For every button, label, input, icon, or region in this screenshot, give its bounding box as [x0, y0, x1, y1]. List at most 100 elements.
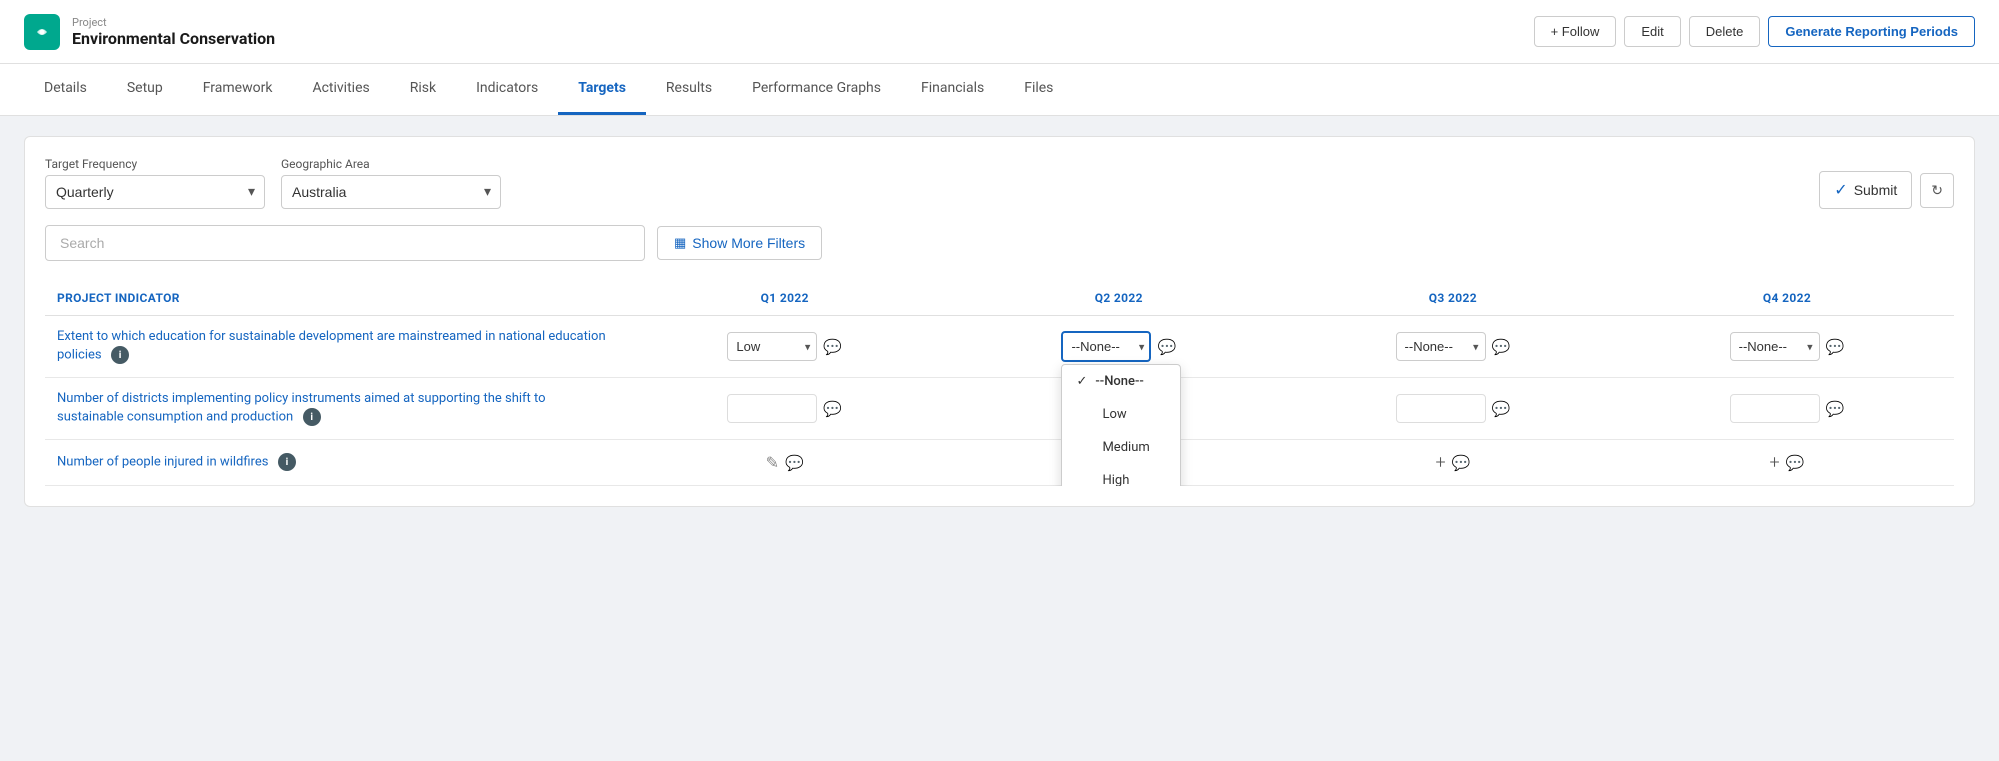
- q1-cell-3: ✎ 💬: [618, 440, 952, 486]
- q1-comment-icon-1[interactable]: 💬: [823, 338, 842, 356]
- refresh-button[interactable]: ↻: [1920, 173, 1954, 208]
- refresh-icon: ↻: [1931, 182, 1943, 198]
- q3-cell-2: 💬: [1286, 378, 1620, 440]
- q1-select-wrapper-1: --None-- Low Medium High: [727, 332, 817, 361]
- q4-comment-icon-2[interactable]: 💬: [1826, 400, 1845, 418]
- tab-indicators[interactable]: Indicators: [456, 64, 558, 115]
- target-frequency-select[interactable]: Quarterly Monthly Annually Semi-Annually: [45, 175, 265, 209]
- q4-plus-icon-3[interactable]: +: [1770, 452, 1780, 473]
- q3-plus-icon-3[interactable]: +: [1435, 452, 1445, 473]
- q4-comment-icon-3[interactable]: 💬: [1786, 454, 1805, 472]
- q4-inner-3: + 💬: [1632, 452, 1942, 473]
- filters-right: ✓ Submit ↻: [1819, 171, 1954, 209]
- navigation-tabs: Details Setup Framework Activities Risk …: [0, 64, 1999, 116]
- header-actions: + Follow Edit Delete Generate Reporting …: [1534, 16, 1975, 47]
- targets-card: Target Frequency Quarterly Monthly Annua…: [24, 136, 1975, 507]
- tab-risk[interactable]: Risk: [390, 64, 456, 115]
- q3-comment-icon-3[interactable]: 💬: [1452, 454, 1471, 472]
- q4-cell-2: 💬: [1620, 378, 1954, 440]
- generate-reporting-button[interactable]: Generate Reporting Periods: [1768, 16, 1975, 47]
- q3-comment-icon-2[interactable]: 💬: [1492, 400, 1511, 418]
- indicator-cell-1: Extent to which education for sustainabl…: [45, 316, 618, 378]
- col-q1: Q1 2022: [618, 281, 952, 316]
- search-input[interactable]: [45, 225, 645, 261]
- main-content: Target Frequency Quarterly Monthly Annua…: [0, 116, 1999, 527]
- funnel-icon: ▦: [674, 235, 686, 251]
- q3-input-2[interactable]: [1396, 394, 1486, 423]
- tab-financials[interactable]: Financials: [901, 64, 1004, 115]
- tab-results[interactable]: Results: [646, 64, 732, 115]
- delete-button[interactable]: Delete: [1689, 16, 1761, 47]
- targets-table: PROJECT INDICATOR Q1 2022 Q2 2022 Q3 202…: [45, 281, 1954, 486]
- q4-select-1[interactable]: --None-- Low Medium High: [1730, 332, 1820, 361]
- tab-activities[interactable]: Activities: [292, 64, 389, 115]
- geographic-area-wrapper: Australia Global Africa Asia: [281, 175, 501, 209]
- q2-select-wrapper-1: --None-- Low Medium High ✓: [1061, 331, 1151, 362]
- dropdown-option-none[interactable]: ✓ --None--: [1062, 365, 1180, 398]
- col-q3: Q3 2022: [1286, 281, 1620, 316]
- q1-comment-icon-3[interactable]: 💬: [785, 454, 804, 472]
- tab-files[interactable]: Files: [1004, 64, 1073, 115]
- dropdown-option-high[interactable]: High: [1062, 464, 1180, 486]
- option-label: --None--: [1095, 374, 1143, 389]
- option-label: Low: [1102, 407, 1126, 422]
- q1-cell-2: 💬: [618, 378, 952, 440]
- follow-button[interactable]: + Follow: [1534, 16, 1617, 47]
- q1-input-2[interactable]: [727, 394, 817, 423]
- submit-button[interactable]: ✓ Submit: [1819, 171, 1912, 209]
- project-logo: [24, 14, 60, 50]
- q2-dropdown-1: ✓ --None-- Low: [1061, 364, 1181, 486]
- info-icon-1[interactable]: i: [111, 346, 129, 364]
- q4-comment-icon-1[interactable]: 💬: [1826, 338, 1845, 356]
- edit-button[interactable]: Edit: [1624, 16, 1680, 47]
- q1-pencil-icon-3[interactable]: ✎: [766, 453, 779, 472]
- project-label: Project: [72, 16, 275, 29]
- q3-inner-1: --None-- Low Medium High 💬: [1298, 332, 1608, 361]
- q1-select-1[interactable]: --None-- Low Medium High: [727, 332, 817, 361]
- q3-cell-3: + 💬: [1286, 440, 1620, 486]
- q3-inner-2: 💬: [1298, 394, 1608, 423]
- tab-setup[interactable]: Setup: [107, 64, 183, 115]
- table-header-row: PROJECT INDICATOR Q1 2022 Q2 2022 Q3 202…: [45, 281, 1954, 316]
- q4-input-2[interactable]: [1730, 394, 1820, 423]
- geographic-area-select[interactable]: Australia Global Africa Asia: [281, 175, 501, 209]
- q3-select-wrapper-1: --None-- Low Medium High: [1396, 332, 1486, 361]
- project-name: Environmental Conservation: [72, 29, 275, 48]
- submit-check-icon: ✓: [1834, 180, 1847, 200]
- geographic-area-label: Geographic Area: [281, 157, 501, 171]
- indicator-link-1[interactable]: Extent to which education for sustainabl…: [57, 329, 606, 363]
- indicator-link-3[interactable]: Number of people injured in wildfires: [57, 455, 268, 470]
- info-icon-2[interactable]: i: [303, 408, 321, 426]
- q1-inner-1: --None-- Low Medium High 💬: [630, 332, 940, 361]
- q2-select-1[interactable]: --None-- Low Medium High: [1061, 331, 1151, 362]
- tab-performance-graphs[interactable]: Performance Graphs: [732, 64, 901, 115]
- q3-select-1[interactable]: --None-- Low Medium High: [1396, 332, 1486, 361]
- tab-targets[interactable]: Targets: [558, 64, 646, 115]
- q1-inner-2: 💬: [630, 394, 940, 423]
- submit-label: Submit: [1854, 182, 1898, 198]
- filters-row: Target Frequency Quarterly Monthly Annua…: [45, 157, 1954, 209]
- dropdown-option-low[interactable]: Low: [1062, 398, 1180, 431]
- target-frequency-label: Target Frequency: [45, 157, 265, 171]
- indicator-cell-3: Number of people injured in wildfires i: [45, 440, 618, 486]
- dropdown-option-medium[interactable]: Medium: [1062, 431, 1180, 464]
- q2-comment-icon-1[interactable]: 💬: [1157, 338, 1176, 356]
- q1-inner-3: ✎ 💬: [630, 453, 940, 472]
- geographic-area-group: Geographic Area Australia Global Africa …: [281, 157, 501, 209]
- tab-details[interactable]: Details: [24, 64, 107, 115]
- project-info: Project Environmental Conservation: [72, 16, 275, 48]
- info-icon-3[interactable]: i: [278, 453, 296, 471]
- q1-comment-icon-2[interactable]: 💬: [823, 400, 842, 418]
- page-header: Project Environmental Conservation + Fol…: [0, 0, 1999, 64]
- tab-framework[interactable]: Framework: [183, 64, 293, 115]
- option-label: High: [1102, 473, 1129, 486]
- check-icon: ✓: [1076, 374, 1087, 389]
- q3-comment-icon-1[interactable]: 💬: [1492, 338, 1511, 356]
- indicator-link-2[interactable]: Number of districts implementing policy …: [57, 391, 546, 425]
- q4-select-wrapper-1: --None-- Low Medium High: [1730, 332, 1820, 361]
- table-row: Number of people injured in wildfires i …: [45, 440, 1954, 486]
- col-q4: Q4 2022: [1620, 281, 1954, 316]
- show-more-filters-button[interactable]: ▦ Show More Filters: [657, 226, 822, 260]
- target-frequency-group: Target Frequency Quarterly Monthly Annua…: [45, 157, 265, 209]
- q2-cell-1: --None-- Low Medium High ✓: [952, 316, 1286, 378]
